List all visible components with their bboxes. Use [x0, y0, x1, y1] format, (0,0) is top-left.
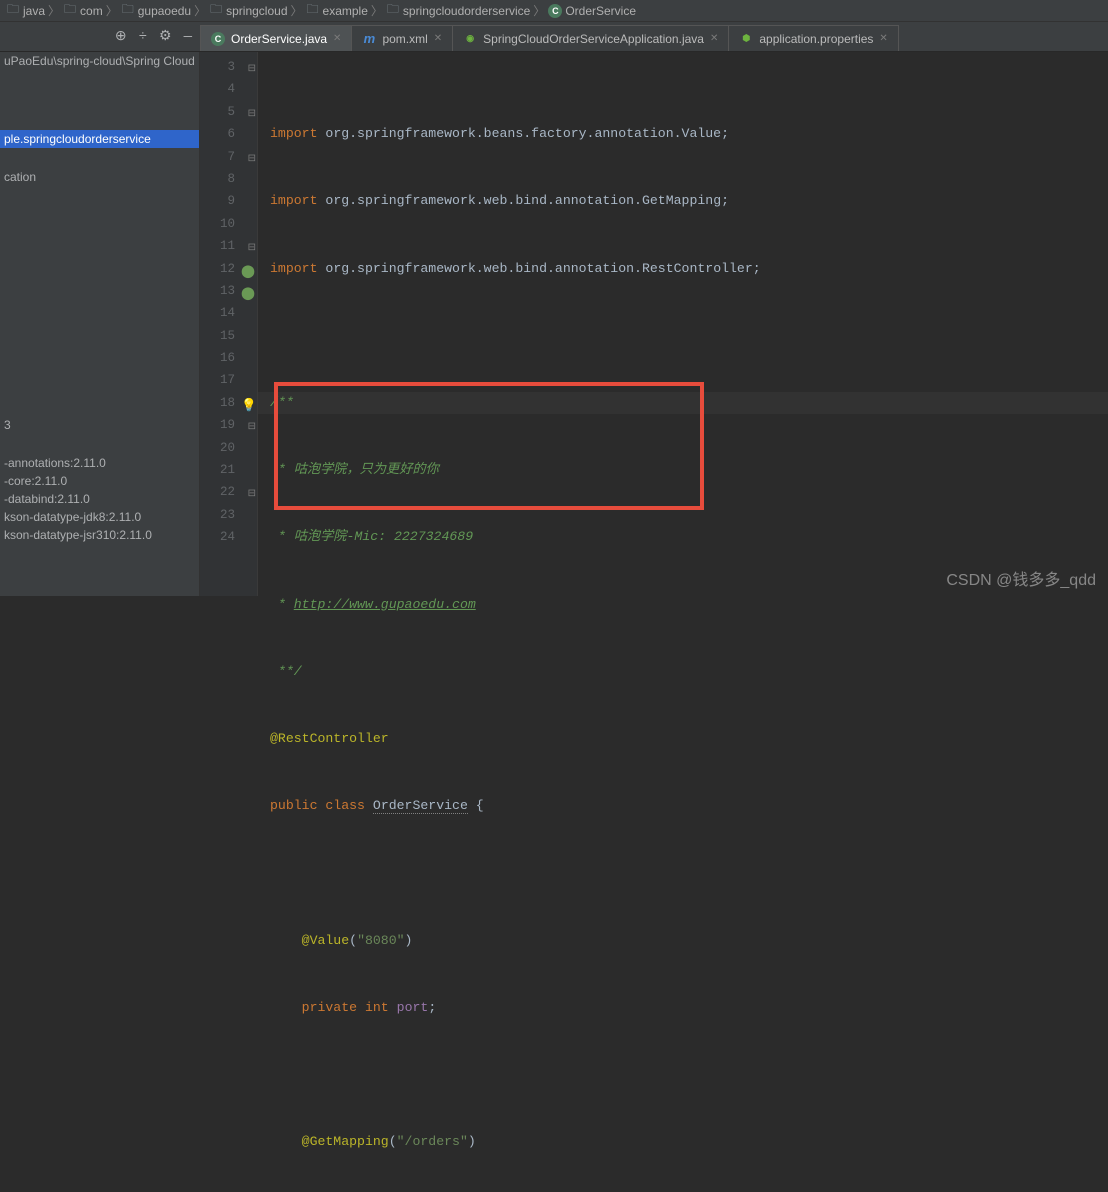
tab-label: SpringCloudOrderServiceApplication.java: [483, 32, 704, 46]
maven-icon: m: [362, 32, 376, 46]
class-icon: C: [548, 4, 562, 18]
chevron-right-icon: 〉: [533, 2, 545, 19]
tab-orderservice[interactable]: C OrderService.java ✕: [200, 25, 352, 51]
go-to-bean-icon[interactable]: ⬤: [241, 283, 255, 297]
chevron-right-icon: 〉: [291, 2, 303, 19]
code-editor[interactable]: 3⊟ 4 5⊟ 6 7⊟ 8 9 10 11⊟ 12⬤ 13⬤ 14 15 16…: [200, 52, 1108, 596]
locate-icon[interactable]: ⊕: [115, 28, 127, 45]
folder-icon: 🗀: [386, 4, 400, 18]
bc-item[interactable]: 🗀example: [306, 4, 368, 18]
main-area: uPaoEdu\spring-cloud\Spring Cloud ple.sp…: [0, 52, 1108, 596]
project-item-selected[interactable]: ple.springcloudorderservice: [0, 130, 199, 148]
project-item[interactable]: kson-datatype-jsr310:2.11.0: [0, 526, 199, 544]
chevron-right-icon: 〉: [48, 2, 60, 19]
bc-item[interactable]: 🗀com: [63, 4, 103, 18]
folder-icon: 🗀: [209, 4, 223, 18]
gear-icon[interactable]: ⚙: [159, 28, 172, 45]
bc-item[interactable]: 🗀springcloud: [209, 4, 287, 18]
close-icon[interactable]: ✕: [710, 33, 718, 44]
folder-icon: 🗀: [63, 4, 77, 18]
tab-label: application.properties: [759, 32, 873, 46]
close-icon[interactable]: ✕: [434, 33, 442, 44]
project-tool-buttons: ⊕ ÷ ⚙ —: [0, 28, 200, 45]
properties-icon: ⬢: [739, 32, 753, 46]
collapse-icon[interactable]: ÷: [139, 29, 147, 45]
project-item[interactable]: -core:2.11.0: [0, 472, 199, 490]
line-gutter: 3⊟ 4 5⊟ 6 7⊟ 8 9 10 11⊟ 12⬤ 13⬤ 14 15 16…: [200, 52, 258, 596]
project-item[interactable]: -annotations:2.11.0: [0, 454, 199, 472]
tab-label: OrderService.java: [231, 32, 327, 46]
folder-icon: 🗀: [121, 4, 135, 18]
tab-appprops[interactable]: ⬢ application.properties ✕: [728, 25, 898, 51]
chevron-right-icon: 〉: [194, 2, 206, 19]
class-icon: C: [211, 32, 225, 46]
project-item[interactable]: -databind:2.11.0: [0, 490, 199, 508]
bc-item[interactable]: COrderService: [548, 4, 636, 18]
spring-icon: ◉: [463, 32, 477, 46]
project-item[interactable]: cation: [0, 168, 199, 186]
chevron-right-icon: 〉: [106, 2, 118, 19]
close-icon[interactable]: ✕: [879, 33, 887, 44]
go-to-bean-icon[interactable]: ⬤: [241, 261, 255, 275]
folder-icon: 🗀: [6, 4, 20, 18]
tab-pom[interactable]: m pom.xml ✕: [351, 25, 453, 51]
bc-item[interactable]: 🗀gupaoedu: [121, 4, 191, 18]
folder-icon: 🗀: [306, 4, 320, 18]
tab-label: pom.xml: [382, 32, 427, 46]
hide-icon[interactable]: —: [184, 29, 192, 45]
project-item[interactable]: kson-datatype-jdk8:2.11.0: [0, 508, 199, 526]
intention-bulb-icon[interactable]: 💡: [241, 395, 255, 409]
breadcrumb-bar: 🗀java〉 🗀com〉 🗀gupaoedu〉 🗀springcloud〉 🗀e…: [0, 0, 1108, 22]
project-item[interactable]: 3: [0, 416, 199, 434]
tab-springapp[interactable]: ◉ SpringCloudOrderServiceApplication.jav…: [452, 25, 729, 51]
bc-item[interactable]: 🗀java: [6, 4, 45, 18]
toolbar-row: ⊕ ÷ ⚙ — C OrderService.java ✕ m pom.xml …: [0, 22, 1108, 52]
code-area[interactable]: import org.springframework.beans.factory…: [258, 52, 1108, 596]
project-path[interactable]: uPaoEdu\spring-cloud\Spring Cloud: [0, 52, 199, 70]
bc-item[interactable]: 🗀springcloudorderservice: [386, 4, 530, 18]
close-icon[interactable]: ✕: [333, 33, 341, 44]
project-panel[interactable]: uPaoEdu\spring-cloud\Spring Cloud ple.sp…: [0, 52, 200, 596]
editor-tabs: C OrderService.java ✕ m pom.xml ✕ ◉ Spri…: [200, 22, 898, 51]
chevron-right-icon: 〉: [371, 2, 383, 19]
